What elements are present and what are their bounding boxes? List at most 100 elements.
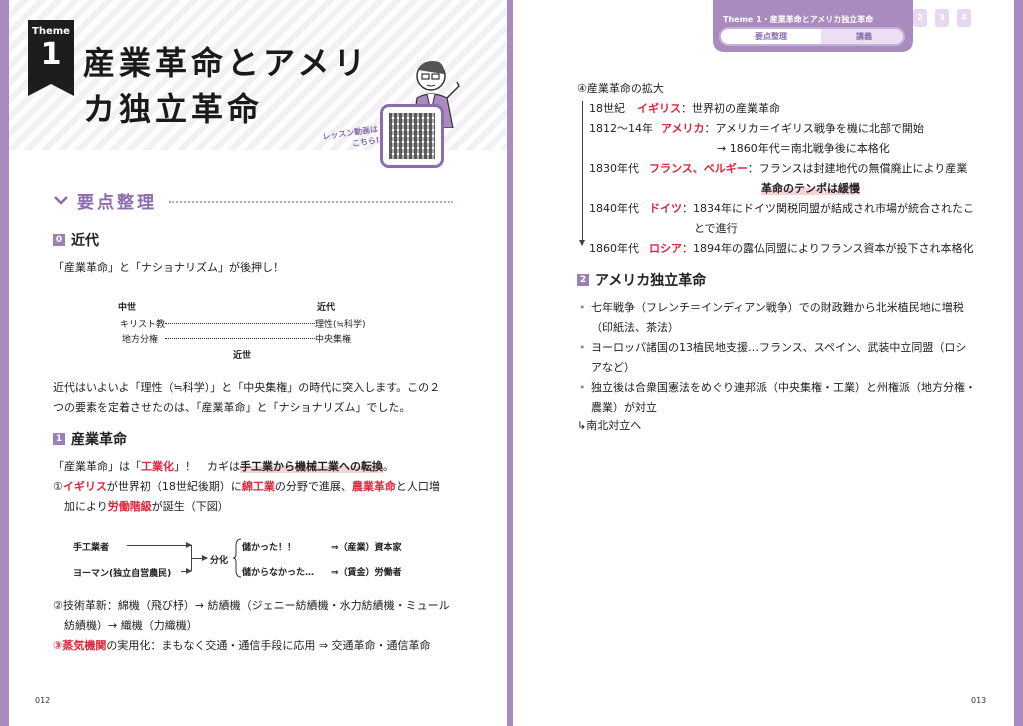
timeline-row-3b: 革命のテンポは緩慢 <box>761 179 860 199</box>
diagram1-row1-dots <box>165 323 315 324</box>
section-0-paragraph: 近代はいよいよ「理性（≒科学）」と「中央集権」の時代に突入します。この２ つの要… <box>53 378 440 418</box>
s2-b3-l1: 独立後は合衆国憲法をめぐり連邦派（中央集権・工業）と州権派（地方分権・ <box>591 381 976 394</box>
header-tabs: 要点整理 講義 <box>719 27 905 46</box>
s0-para-line-2: つの要素を定着させたのは、「産業革命」と「ナショナリズム」でした。 <box>53 401 411 414</box>
tl1-year: 18世紀 <box>589 102 625 115</box>
s1-item1-red3: 農業革命 <box>351 480 396 493</box>
s1-item1-d: と人口増 <box>395 480 440 493</box>
s1-item1-c: の分野で進展、 <box>274 480 352 493</box>
section-0-title: 近代 <box>71 233 99 249</box>
summary-heading: 要点整理 <box>53 188 453 213</box>
timeline-row-3: 1830年代 フランス、ベルギー：フランスは封建地代の無償廃止により産業 <box>589 159 967 179</box>
diagram1-row1-left: キリスト教 <box>120 320 166 330</box>
section-2-heading: 2 アメリカ独立革命 <box>577 270 706 290</box>
s1-item1-line1: ①イギリスが世界初（18世紀後期）に綿工業の分野で進展、農業革命と人口増 <box>53 477 473 497</box>
diagram2-gain: 儲かった！！ <box>242 543 297 553</box>
s1-item1-red1: イギリス <box>62 480 107 493</box>
timeline-row-1: 18世紀 イギリス：世界初の産業革命 <box>589 99 780 119</box>
section-1-title: 産業革命 <box>71 432 127 448</box>
timeline-row-5: 1860年代 ロシア：1894年の露仏同盟によりフランス資本が投下され本格化 <box>589 239 974 259</box>
diagram1-left-head: 中世 <box>118 303 137 313</box>
s1-item1-a: ① <box>53 480 63 493</box>
s1-item1-e: 加により <box>64 500 108 513</box>
timeline-row-2: 1812〜14年 アメリカ：アメリカ＝イギリス戦争を機に北部で開始 <box>589 119 924 139</box>
s1-intro-c: 。 <box>383 460 394 473</box>
section-2-number: 2 <box>577 274 589 286</box>
header-page-2[interactable]: 2 <box>913 9 927 27</box>
qr-code[interactable] <box>380 104 444 168</box>
title-line-2: カ独立革命 <box>83 90 264 128</box>
timeline-row-2b: → 1860年代＝南北戦争後に本格化 <box>717 142 890 155</box>
tab-summary[interactable]: 要点整理 <box>721 29 821 44</box>
section-0-number: 0 <box>53 234 65 246</box>
header-breadcrumb: Theme 1・産業革命とアメリカ独立革命 <box>723 15 874 24</box>
expansion-title: ④産業革命の拡大 <box>577 82 664 95</box>
diagram1-row2-right: 中央集権 <box>315 335 352 345</box>
section-2-list: 七年戦争（フレンチ＝インディアン戦争）での財政難から北米植民地に増税 （印紙法、… <box>577 298 987 418</box>
page-title: 産業革命とアメリ カ独立革命 <box>83 40 383 132</box>
s2-b1-l2: （印紙法、茶法） <box>591 321 679 334</box>
tl3-year: 1830年代 <box>589 162 639 175</box>
diagram2-lose-result: ⇒（賃金）労働者 <box>331 568 402 578</box>
list-item: ヨーロッパ諸国の13植民地支援…フランス、スペイン、武装中立同盟（ロシ アなど） <box>577 338 987 378</box>
s1-item1-red4: 労働階級 <box>107 500 152 513</box>
left-page: Theme 1 産業革命とアメリ カ独立革命 レッスン動画は こちら! 要点整理… <box>9 0 507 726</box>
s1-item3-rest: の実用化：まもなく交通・通信手段に応用 ⇒ 交通革命・通信革命 <box>106 639 431 652</box>
chevron-check-icon <box>54 196 68 205</box>
diagram2-yeoman: ヨーマン(独立自営農民) <box>73 569 172 579</box>
diagram2-split: 分化 <box>210 556 229 566</box>
tl3-text: ：フランスは封建地代の無償廃止により産業 <box>747 162 968 175</box>
diagram2-handicraft: 手工業者 <box>73 543 110 553</box>
tl4-year: 1840年代 <box>589 202 639 215</box>
diagram2-brace-icon <box>232 538 242 578</box>
section-1-items: ②技術革新：綿機（飛び杼）→ 紡績機（ジェニー紡績機・水力紡績機・ミュール 紡績… <box>53 596 493 656</box>
s2-b3-l2: 農業）が対立 <box>591 401 657 414</box>
tl3b-text: 革命のテンポは緩慢 <box>761 182 860 195</box>
summary-heading-text: 要点整理 <box>77 192 157 213</box>
s1-intro-a: 「産業革命」は「 <box>53 460 141 473</box>
s2-b1-l1: 七年戦争（フレンチ＝インディアン戦争）での財政難から北米植民地に増税 <box>591 301 964 314</box>
diagram2-line-b <box>181 568 192 574</box>
section-1-number: 1 <box>53 433 65 445</box>
tl3-country: フランス、ベルギー <box>649 162 748 175</box>
tl4-text: ：1834年にドイツ関税同盟が結成され市場が統合されたこ <box>682 202 974 215</box>
right-page: Theme 1・産業革命とアメリカ独立革命 要点整理 講義 2 3 4 ④産業革… <box>513 0 1014 726</box>
theme-tab: Theme 1 <box>28 20 74 96</box>
diagram1-row2-dots <box>165 338 315 339</box>
s2-b2-l2: アなど） <box>591 361 635 374</box>
s0-para-line-1: 近代はいよいよ「理性（≒科学）」と「中央集権」の時代に突入します。この２ <box>53 381 441 394</box>
list-item: 独立後は合衆国憲法をめぐり連邦派（中央集権・工業）と州権派（地方分権・ 農業）が… <box>577 378 987 418</box>
section-0-heading: 0 近代 <box>53 230 99 250</box>
s1-item1-red2: 綿工業 <box>241 480 275 493</box>
section-1-heading: 1 産業革命 <box>53 429 127 449</box>
tl2-text: ：アメリカ＝イギリス戦争を機に北部で開始 <box>704 122 924 135</box>
title-line-1: 産業革命とアメリ <box>83 44 370 82</box>
header-page-3[interactable]: 3 <box>935 9 949 27</box>
diagram1-row2-left: 地方分権 <box>122 335 159 345</box>
tl2-year: 1812〜14年 <box>589 122 653 135</box>
tl5-year: 1860年代 <box>589 242 639 255</box>
diagram1-row1-right: 理性(≒科学) <box>315 320 366 330</box>
s1-intro-highlight: 手工業から機械工業への転換 <box>240 460 383 473</box>
s1-intro-red: 工業化 <box>141 460 174 473</box>
page-number-left: 012 <box>35 696 51 705</box>
s1-item3-red: ③蒸気機関 <box>53 639 107 652</box>
tl1-country: イギリス <box>637 102 681 115</box>
tab-lecture[interactable]: 講義 <box>825 29 903 44</box>
page-number-right: 013 <box>971 696 987 705</box>
tl4-country: ドイツ <box>649 202 682 215</box>
diagram1-bottom: 近世 <box>233 351 252 361</box>
s1-item2-line1: ②技術革新：綿機（飛び杼）→ 紡績機（ジェニー紡績機・水力紡績機・ミュール <box>53 599 450 612</box>
theme-number: 1 <box>40 37 62 72</box>
section-1-body: 「産業革命」は「工業化」！ カギは手工業から機械工業への転換。 ①イギリスが世界… <box>53 457 473 517</box>
diagram2-arrow <box>191 555 208 561</box>
tl5-text: ：1894年の露仏同盟によりフランス資本が投下され本格化 <box>682 242 974 255</box>
header-page-4[interactable]: 4 <box>957 9 971 27</box>
diagram2-line-a <box>127 542 192 548</box>
heading-dotted-rule <box>169 201 453 203</box>
theme-word: Theme <box>32 26 70 37</box>
s1-item1-b: が世界初（18世紀後期）に <box>106 480 242 493</box>
timeline-row-4: 1840年代 ドイツ：1834年にドイツ関税同盟が結成され市場が統合されたこ <box>589 199 974 219</box>
s1-item1-line2: 加により労働階級が誕生（下図） <box>53 497 473 517</box>
s1-item3: ③蒸気機関の実用化：まもなく交通・通信手段に応用 ⇒ 交通革命・通信革命 <box>53 636 493 656</box>
